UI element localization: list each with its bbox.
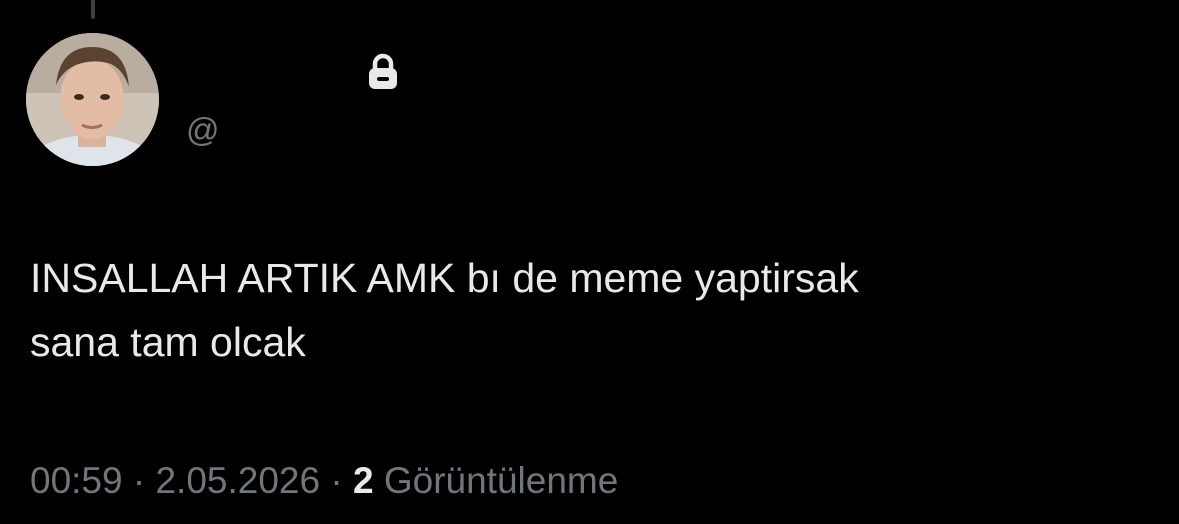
tweet-date[interactable]: 2.05.2026 [155,460,320,501]
meta-separator: · [330,460,343,501]
tweet-text-line: INSALLAH ARTIK AMK bı de meme yaptirsak [30,255,859,301]
avatar[interactable] [26,33,159,166]
lock-icon [369,53,397,89]
meta-separator: · [132,460,146,501]
author-handle[interactable]: @ [186,110,220,150]
thread-connector-line [91,0,95,19]
views-count[interactable]: 2 [353,460,374,501]
tweet-time[interactable]: 00:59 [30,460,123,501]
tweet-text: INSALLAH ARTIK AMK bı de meme yaptirsak … [30,246,1130,374]
profile-photo-icon [26,33,159,166]
tweet-meta: 00:59 · 2.05.2026 · 2 Görüntülenme [30,458,618,504]
tweet-text-line: sana tam olcak [30,319,306,365]
views-label[interactable]: Görüntülenme [384,460,618,501]
author-name-row[interactable] [186,52,400,92]
